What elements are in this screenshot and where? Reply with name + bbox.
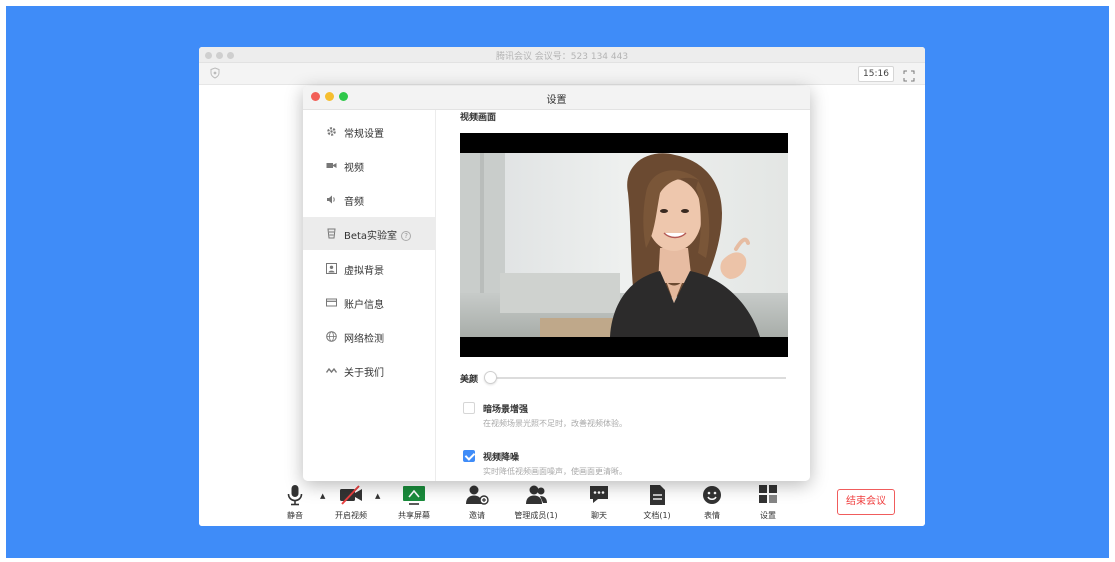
chat-icon — [586, 483, 612, 507]
docs-button[interactable]: 文档(1) — [627, 483, 687, 523]
sidebar-item-label: 视频 — [344, 163, 364, 174]
help-icon[interactable]: ? — [401, 231, 412, 241]
dialog-titlebar: 设置 — [303, 86, 810, 110]
shield-icon[interactable] — [209, 67, 221, 79]
start-video-button[interactable]: 开启视频 — [321, 483, 381, 523]
sidebar-item-label: 虚拟背景 — [344, 266, 384, 277]
low-light-description: 在视频场景光照不足时，改善视频体验。 — [483, 419, 627, 428]
manage-members-label: 管理成员(1) — [514, 511, 558, 520]
meeting-toolbar: 静音 ▲ 开启视频 ▲ 共享屏幕 邀请 管理成员(1) 聊天 文档(1) 表情 … — [199, 477, 925, 526]
video-off-icon — [338, 483, 364, 507]
invite-button[interactable]: 邀请 — [447, 483, 507, 523]
gear-icon — [326, 126, 337, 137]
portrait-icon — [326, 263, 337, 274]
beauty-slider-track[interactable] — [492, 377, 786, 379]
sidebar-item-video[interactable]: 视频 — [303, 149, 436, 182]
camera-icon — [326, 160, 337, 171]
sidebar-item-about[interactable]: 关于我们 — [303, 354, 436, 387]
settings-button[interactable]: 设置 — [738, 483, 798, 523]
logo-icon — [325, 365, 338, 376]
end-meeting-button[interactable]: 结束会议 — [837, 489, 895, 515]
members-icon — [523, 483, 549, 507]
card-icon — [326, 297, 337, 308]
sidebar-item-audio[interactable]: 音频 — [303, 183, 436, 216]
globe-icon — [326, 331, 337, 342]
share-screen-icon — [401, 483, 427, 507]
sidebar-item-label: Beta实验室? — [344, 227, 412, 242]
emoji-button[interactable]: 表情 — [682, 483, 742, 523]
fullscreen-icon[interactable] — [903, 67, 915, 82]
camera-preview-image — [460, 153, 788, 337]
grid-settings-icon — [755, 483, 781, 507]
video-preview — [460, 133, 788, 357]
sidebar-item-general[interactable]: 常规设置 — [303, 115, 436, 148]
denoise-description: 实时降低视频画面噪声，使画面更清晰。 — [483, 467, 627, 476]
document-icon — [644, 483, 670, 507]
sidebar-item-account[interactable]: 账户信息 — [303, 286, 436, 319]
speaker-icon — [326, 194, 337, 205]
denoise-checkbox[interactable] — [463, 450, 475, 462]
mute-button[interactable]: 静音 — [265, 483, 325, 523]
settings-sidebar: 常规设置 视频 音频 Beta实验室? 虚拟背景 账户信息 网络检测 关于我们 — [303, 110, 436, 481]
docs-label: 文档(1) — [643, 511, 671, 520]
window-titlebar: 腾讯会议 会议号：523 134 443 — [199, 47, 925, 63]
share-screen-button[interactable]: 共享屏幕 — [384, 483, 444, 523]
invite-label: 邀请 — [469, 511, 485, 520]
share-screen-label: 共享屏幕 — [398, 511, 430, 520]
mute-label: 静音 — [287, 511, 303, 520]
manage-members-button[interactable]: 管理成员(1) — [506, 483, 566, 523]
meeting-topbar: 15:16 — [199, 63, 925, 85]
beauty-label: 美颜 — [460, 375, 479, 385]
sidebar-item-virtual-background[interactable]: 虚拟背景 — [303, 252, 436, 285]
beauty-slider-handle[interactable] — [484, 371, 497, 384]
video-options-caret-icon[interactable]: ▲ — [375, 492, 380, 500]
sidebar-item-beta-lab[interactable]: Beta实验室? — [303, 217, 436, 250]
chat-label: 聊天 — [591, 511, 607, 520]
add-user-icon — [464, 483, 490, 507]
dialog-title: 设置 — [546, 95, 567, 106]
beaker-icon — [326, 228, 337, 239]
window-title: 腾讯会议 会议号：523 134 443 — [495, 52, 629, 62]
smiley-icon — [699, 483, 725, 507]
sidebar-item-label: 音频 — [344, 197, 364, 208]
beta-lab-label: Beta实验室 — [344, 231, 398, 242]
sidebar-item-label: 网络检测 — [344, 334, 384, 345]
meeting-timer: 15:16 — [858, 66, 894, 82]
chat-button[interactable]: 聊天 — [569, 483, 629, 523]
low-light-title: 暗场景增强 — [483, 405, 529, 415]
low-light-checkbox[interactable] — [463, 402, 475, 414]
denoise-title: 视频降噪 — [483, 453, 520, 463]
settings-label: 设置 — [760, 511, 776, 520]
start-video-label: 开启视频 — [335, 511, 367, 520]
settings-dialog: 设置 常规设置 视频 音频 Beta实验室? 虚拟背景 账户信息 网络检测 关于… — [303, 86, 810, 481]
sidebar-item-label: 关于我们 — [344, 368, 384, 379]
sidebar-item-network-check[interactable]: 网络检测 — [303, 320, 436, 353]
sidebar-item-label: 账户信息 — [344, 300, 384, 311]
microphone-icon — [282, 483, 308, 507]
video-preview-heading: 视频画面 — [460, 113, 497, 123]
settings-content: 视频画面 美颜 暗场景增强 在视频场景光照不足时，改善视频体验。 视频降噪 实时… — [437, 110, 810, 481]
emoji-label: 表情 — [704, 511, 720, 520]
sidebar-item-label: 常规设置 — [344, 129, 384, 140]
